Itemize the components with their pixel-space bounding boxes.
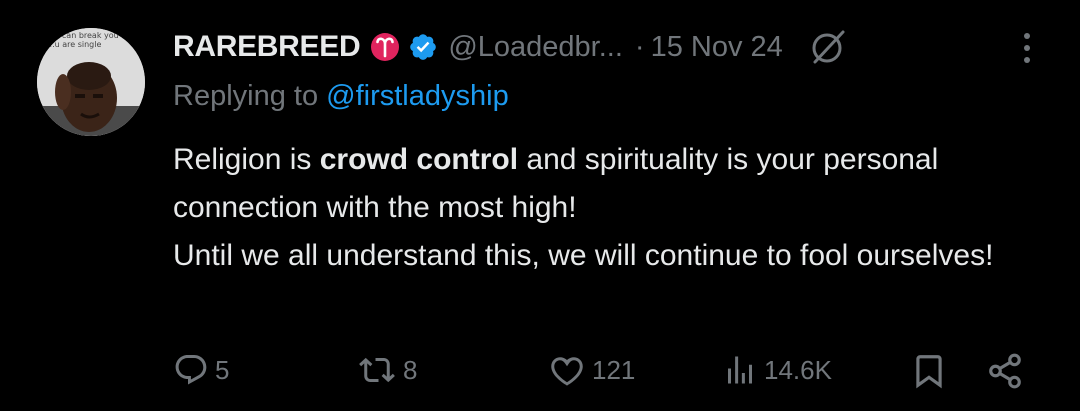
tweet-text-part1: Religion is (173, 143, 320, 176)
separator: · (634, 30, 645, 63)
views-button[interactable]: 14.6K (722, 352, 832, 388)
replying-to-label: Replying to (173, 80, 327, 112)
repost-icon (359, 357, 395, 383)
bookmark-button[interactable] (910, 352, 948, 390)
grok-icon[interactable] (809, 28, 847, 66)
tweet-date[interactable]: 15 Nov 24 (651, 31, 783, 64)
tweet-text: Religion is crowd control and spirituali… (173, 136, 1033, 280)
views-icon (728, 356, 752, 384)
handle[interactable]: @Loadedbr... (448, 31, 623, 64)
like-count: 121 (592, 354, 636, 385)
views-count: 14.6K (764, 354, 832, 385)
more-icon[interactable] (1010, 30, 1044, 66)
share-icon (989, 353, 1021, 389)
aries-icon (371, 33, 400, 61)
reply-button[interactable]: 5 (173, 352, 229, 388)
repost-count: 8 (403, 354, 418, 385)
reply-count: 5 (215, 354, 230, 385)
tweet-header: RAREBREED @Loadedbr... · 15 Nov 24 (173, 24, 1040, 70)
replying-to-mention[interactable]: @firstladyship (326, 80, 509, 112)
like-icon (551, 357, 583, 386)
action-bar: 5 8 121 14.6K (0, 350, 1080, 394)
avatar[interactable]: ...y can break you ...u are single (37, 28, 145, 136)
reply-icon (175, 355, 207, 385)
replying-to: Replying to @firstladyship (173, 80, 509, 113)
verified-icon[interactable] (408, 32, 438, 62)
like-button[interactable]: 121 (548, 352, 635, 388)
share-button[interactable] (985, 352, 1025, 390)
display-name[interactable]: RAREBREED (173, 30, 361, 64)
tweet-text-line3: Until we all understand this, we will co… (173, 239, 994, 272)
repost-button[interactable]: 8 (357, 352, 417, 388)
bookmark-icon (916, 355, 942, 389)
tweet-text-bold: crowd control (319, 143, 519, 176)
avatar-caption: ...y can break you ...u are single (47, 31, 119, 49)
